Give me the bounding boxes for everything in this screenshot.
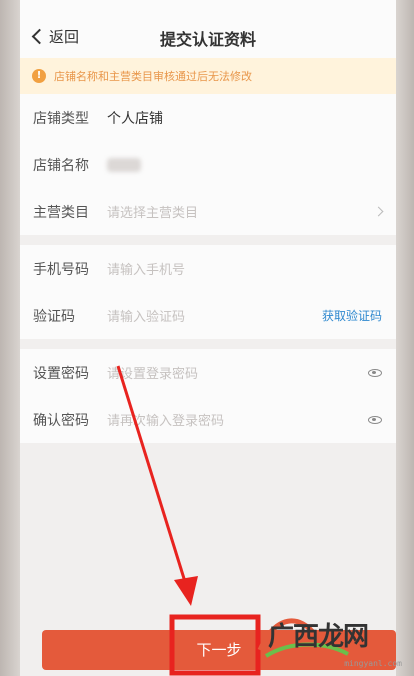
chevron-right-icon — [373, 206, 384, 217]
app-screen: 返回 提交认证资料 ! 店铺名称和主营类目审核通过后无法修改 店铺类型 个人店铺… — [20, 0, 396, 676]
confirm-password-input[interactable]: 请再次输入登录密码 — [107, 410, 368, 429]
get-code-button[interactable]: 获取验证码 — [322, 307, 382, 324]
phone-input[interactable]: 请输入手机号 — [107, 259, 382, 278]
password-label: 设置密码 — [33, 365, 89, 382]
notice-banner: ! 店铺名称和主营类目审核通过后无法修改 — [20, 58, 396, 94]
store-name-row[interactable]: 店铺名称 — [20, 141, 396, 188]
watermark-url: mingyanl.com — [344, 659, 402, 668]
watermark: 广西龙网 mingyanl.com — [256, 608, 406, 668]
store-name-label: 店铺名称 — [33, 157, 89, 174]
category-row[interactable]: 主营类目 请选择主营类目 — [20, 188, 396, 235]
store-info-group: 店铺类型 个人店铺 店铺名称 主营类目 请选择主营类目 — [20, 94, 396, 235]
password-input[interactable]: 请设置登录密码 — [107, 363, 368, 382]
category-placeholder: 请选择主营类目 — [107, 206, 199, 221]
store-type-row: 店铺类型 个人店铺 — [20, 94, 396, 141]
confirm-password-label: 确认密码 — [33, 412, 89, 429]
watermark-text: 广西龙网 — [268, 622, 369, 652]
warning-icon: ! — [32, 69, 46, 83]
eye-icon[interactable] — [368, 415, 382, 424]
code-label: 验证码 — [33, 308, 75, 325]
password-row[interactable]: 设置密码 请设置登录密码 — [20, 349, 396, 396]
phone-row[interactable]: 手机号码 请输入手机号 — [20, 245, 396, 292]
confirm-password-row[interactable]: 确认密码 请再次输入登录密码 — [20, 396, 396, 443]
password-group: 设置密码 请设置登录密码 确认密码 请再次输入登录密码 — [20, 349, 396, 443]
code-row[interactable]: 验证码 请输入验证码 获取验证码 — [20, 292, 396, 339]
category-label: 主营类目 — [33, 204, 89, 221]
notice-text: 店铺名称和主营类目审核通过后无法修改 — [54, 70, 252, 83]
store-type-value: 个人店铺 — [107, 110, 163, 127]
phone-group: 手机号码 请输入手机号 验证码 请输入验证码 获取验证码 — [20, 245, 396, 339]
store-type-label: 店铺类型 — [33, 110, 89, 127]
page-title: 提交认证资料 — [159, 30, 256, 49]
nav-bar: 返回 提交认证资料 — [20, 0, 396, 58]
phone-frame-right — [396, 0, 414, 676]
code-input[interactable]: 请输入验证码 — [107, 306, 322, 325]
phone-frame-left — [0, 0, 20, 676]
store-name-value-blurred — [107, 157, 141, 172]
phone-label: 手机号码 — [33, 261, 89, 278]
eye-icon[interactable] — [368, 368, 382, 377]
